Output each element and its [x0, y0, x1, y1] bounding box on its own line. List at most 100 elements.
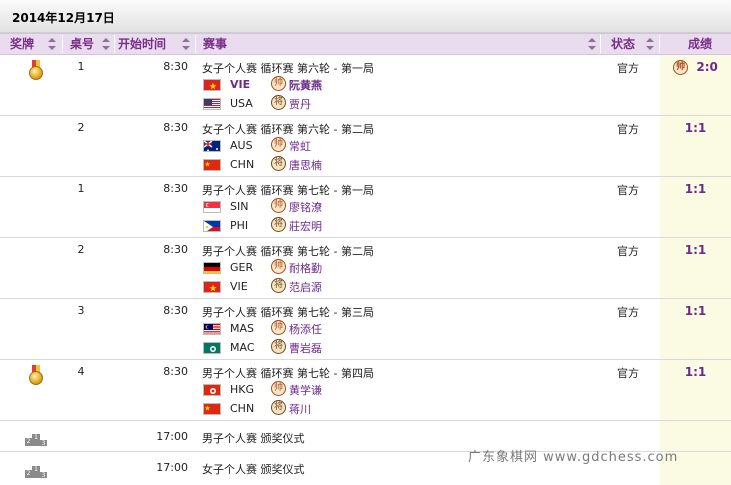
event-name: 男子个人赛 循环赛 第七轮 - 第三局	[202, 306, 374, 319]
header-medal[interactable]: 奖牌	[10, 34, 34, 54]
country-code: MAC	[230, 341, 255, 354]
header-divider	[114, 35, 115, 53]
player-name[interactable]: 常虹	[289, 138, 311, 154]
match-result[interactable]: 1:1	[664, 243, 727, 257]
match-row[interactable]: 1 8:30 男子个人赛 循环赛 第七轮 - 第一局 官方 1:1 SIN 帅 …	[0, 177, 731, 238]
match-row[interactable]: 4 8:30 男子个人赛 循环赛 第七轮 - 第四局 官方 1:1 HKG 帅 …	[0, 360, 731, 421]
podium-icon: 2 1 3	[25, 434, 47, 447]
event-name: 男子个人赛 循环赛 第七轮 - 第二局	[202, 245, 374, 258]
status: 官方	[617, 306, 639, 319]
table-number: 4	[77, 365, 85, 378]
date-bar: 2014年12月17日	[0, 0, 731, 33]
country-code: VIE	[230, 280, 248, 293]
schedule-date: 2014年12月17日	[12, 11, 115, 25]
table-number: 1	[77, 60, 85, 73]
table-number: 3	[77, 304, 85, 317]
vietnam-flag-icon	[203, 79, 221, 91]
red-general-icon: 帅	[271, 259, 286, 274]
black-general-icon: 将	[271, 278, 286, 293]
country-code: MAS	[230, 322, 254, 335]
table-number: 2	[77, 121, 85, 134]
status: 官方	[617, 123, 639, 136]
match-result[interactable]: 1:1	[664, 304, 727, 318]
country-code: PHI	[230, 219, 249, 232]
player-name[interactable]: 阮黄燕	[289, 77, 322, 93]
player-name[interactable]: 耐格勤	[289, 260, 322, 276]
event-name: 男子个人赛 颁奖仪式	[202, 432, 305, 445]
country-code: GER	[230, 261, 254, 274]
player-name[interactable]: 曹岩磊	[289, 340, 322, 356]
china-flag-icon	[203, 403, 221, 415]
start-time: 17:00	[156, 461, 188, 474]
country-code: CHN	[230, 158, 255, 171]
match-result[interactable]: 1:1	[664, 182, 727, 196]
match-row[interactable]: 2 8:30 男子个人赛 循环赛 第七轮 - 第二局 官方 1:1 GER 帅 …	[0, 238, 731, 299]
red-general-icon: 帅	[271, 76, 286, 91]
header-event[interactable]: 赛事	[203, 34, 227, 54]
philippines-flag-icon	[203, 220, 221, 232]
start-time: 17:00	[156, 430, 188, 443]
player-name[interactable]: 廖铭潦	[289, 199, 322, 215]
country-code: AUS	[230, 139, 253, 152]
player-name[interactable]: 莊宏明	[289, 218, 322, 234]
singapore-flag-icon	[203, 201, 221, 213]
start-time: 8:30	[163, 182, 188, 195]
player-name[interactable]: 范启源	[289, 279, 322, 295]
black-general-icon: 将	[271, 400, 286, 415]
header-table-no[interactable]: 桌号	[70, 34, 94, 54]
germany-flag-icon	[203, 262, 221, 274]
podium-icon: 2 1 3	[25, 466, 47, 479]
event-name: 女子个人赛 循环赛 第六轮 - 第一局	[202, 62, 374, 75]
header-start-time[interactable]: 开始时间	[118, 34, 166, 54]
country-code: CHN	[230, 402, 255, 415]
header-divider	[659, 35, 660, 53]
match-result[interactable]: 1:1	[664, 121, 727, 135]
start-time: 8:30	[163, 121, 188, 134]
score: 2:0	[696, 60, 718, 74]
header-divider	[62, 35, 63, 53]
player-name[interactable]: 黄学谦	[289, 382, 322, 398]
sort-status-icon[interactable]	[646, 38, 654, 51]
sort-medal-icon[interactable]	[48, 38, 56, 51]
macau-flag-icon	[203, 342, 221, 354]
player-name[interactable]: 杨添任	[289, 321, 322, 337]
hong-kong-flag-icon	[203, 384, 221, 396]
status: 官方	[617, 184, 639, 197]
player-name[interactable]: 贾丹	[289, 96, 311, 112]
status: 官方	[617, 245, 639, 258]
table-number: 1	[77, 182, 85, 195]
sort-event-icon[interactable]	[588, 38, 596, 51]
event-name: 男子个人赛 循环赛 第七轮 - 第四局	[202, 367, 374, 380]
country-code: USA	[230, 97, 253, 110]
match-result[interactable]: 1:1	[664, 365, 727, 379]
match-row[interactable]: 3 8:30 男子个人赛 循环赛 第七轮 - 第三局 官方 1:1 MAS 帅 …	[0, 299, 731, 360]
malaysia-flag-icon	[203, 323, 221, 335]
header-status[interactable]: 状态	[611, 34, 635, 54]
country-code: HKG	[230, 383, 255, 396]
start-time: 8:30	[163, 60, 188, 73]
player-name[interactable]: 蒋川	[289, 401, 311, 417]
table-number: 2	[77, 243, 85, 256]
match-row[interactable]: 1 8:30 女子个人赛 循环赛 第六轮 - 第一局 官方 帅 2:0 VIE …	[0, 55, 731, 116]
sort-start-time-icon[interactable]	[182, 38, 190, 51]
header-result[interactable]: 成绩	[688, 34, 712, 54]
header-divider	[600, 35, 601, 53]
start-time: 8:30	[163, 243, 188, 256]
australia-flag-icon	[203, 140, 221, 152]
match-result[interactable]: 帅 2:0	[664, 60, 727, 75]
header-divider	[195, 35, 196, 53]
event-name: 男子个人赛 循环赛 第七轮 - 第一局	[202, 184, 374, 197]
player-name[interactable]: 唐思楠	[289, 157, 322, 173]
china-flag-icon	[203, 159, 221, 171]
red-general-icon: 帅	[673, 60, 689, 75]
black-general-icon: 将	[271, 95, 286, 110]
sort-table-no-icon[interactable]	[102, 38, 110, 51]
red-general-icon: 帅	[271, 137, 286, 152]
event-name: 女子个人赛 颁奖仪式	[202, 463, 305, 476]
gold-medal-icon	[28, 365, 44, 387]
country-code: VIE	[230, 78, 251, 91]
usa-flag-icon	[203, 98, 221, 110]
table-header: 奖牌 桌号 开始时间 赛事 状态 成绩	[0, 33, 731, 55]
match-row[interactable]: 2 8:30 女子个人赛 循环赛 第六轮 - 第二局 官方 1:1 AUS 帅 …	[0, 116, 731, 177]
site-watermark: 广东象棋网 www.gdchess.com	[468, 450, 679, 465]
